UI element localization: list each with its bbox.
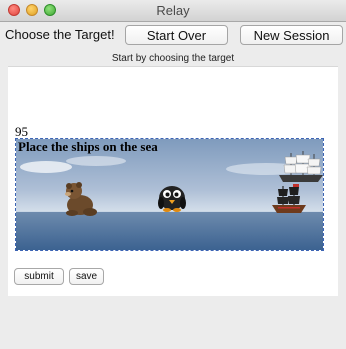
choose-target-label: Choose the Target!	[5, 27, 115, 42]
pirate-ship-icon[interactable]	[270, 184, 308, 216]
window-titlebar: Relay	[0, 0, 346, 22]
sailing-ship-icon[interactable]	[277, 151, 325, 185]
bear-figure-icon[interactable]	[60, 181, 100, 217]
window-title: Relay	[156, 3, 190, 18]
instruction-text: Place the ships on the sea	[18, 139, 158, 154]
status-message: Start by choosing the target	[111, 53, 235, 64]
new-session-button[interactable]: New Session	[240, 25, 343, 45]
penguin-figure-icon[interactable]	[157, 183, 187, 213]
submit-button[interactable]: submit	[14, 268, 64, 285]
start-over-button[interactable]: Start Over	[125, 25, 228, 45]
save-button[interactable]: save	[69, 268, 104, 285]
